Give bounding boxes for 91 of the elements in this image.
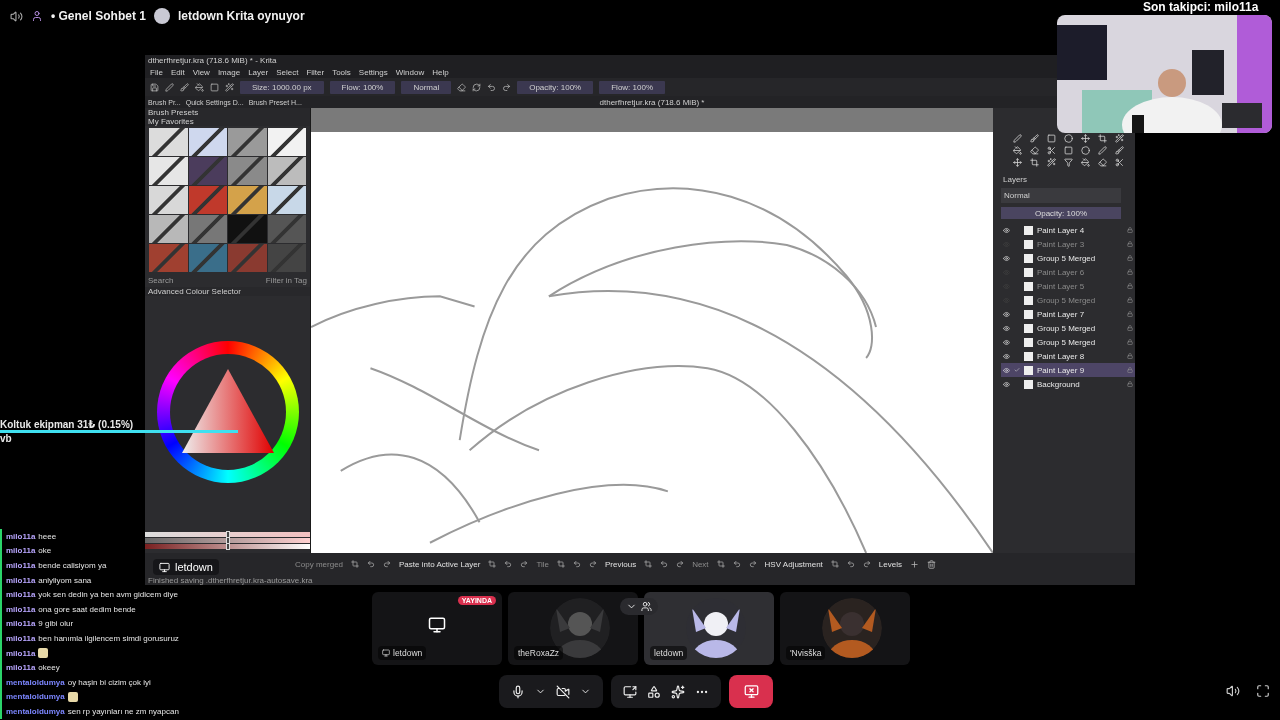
- participant-tile[interactable]: theRoxaZz: [508, 592, 638, 665]
- layer-name: Paint Layer 5: [1037, 281, 1086, 291]
- toolbar-field[interactable]: Flow: 100%: [599, 80, 665, 94]
- chat-message: oke: [38, 546, 52, 556]
- menu-item[interactable]: Filter: [306, 67, 325, 77]
- participant-tile[interactable]: letdown: [644, 592, 774, 665]
- menu-item[interactable]: Layer: [248, 67, 269, 77]
- menu-item[interactable]: Help: [432, 67, 449, 77]
- layer-name: Paint Layer 7: [1037, 309, 1086, 319]
- panel-title: Advanced Colour Selector: [148, 287, 241, 296]
- toolbar-button[interactable]: Paste into Active Layer: [399, 559, 481, 569]
- layer-name: Group 5 Merged: [1037, 337, 1097, 347]
- layer-row[interactable]: Group 5 Merged: [1001, 335, 1135, 349]
- activity-title: letdown Krita oynuyor: [177, 9, 305, 23]
- layer-name: Paint Layer 8: [1037, 351, 1086, 361]
- layer-row[interactable]: Paint Layer 7: [1001, 307, 1135, 321]
- toolbar-field[interactable]: Normal: [401, 80, 452, 94]
- goal-text: Koltuk ekipman 31₺ (0.15%): [0, 419, 135, 430]
- window-title: dtherfhretjur.kra (718.6 MiB) * - Krita: [148, 56, 277, 65]
- layer-row[interactable]: Background: [1001, 377, 1135, 391]
- chat-username: milo11a: [6, 546, 36, 556]
- toolbar-button[interactable]: HSV Adjustment: [764, 559, 823, 569]
- participant-name: letdown: [378, 646, 427, 660]
- layer-row[interactable]: Paint Layer 6: [1001, 265, 1135, 279]
- goal-note: vb: [0, 433, 13, 444]
- participant-name: 'Nvisška: [786, 646, 826, 660]
- toolbar-field[interactable]: Flow: 100%: [329, 80, 396, 94]
- chat-username: milo11a: [6, 561, 36, 570]
- menu-item[interactable]: Settings: [358, 67, 388, 77]
- toolbar-field[interactable]: Size: 1000.00 px: [240, 80, 324, 94]
- menu-item[interactable]: Select: [276, 67, 299, 77]
- opacity-label: Opacity: 100%: [1035, 208, 1087, 218]
- chat-username: mentaloldumya: [6, 706, 65, 716]
- chat-message: ben hanımla ilgilencem simdi gorusuruz: [38, 633, 179, 643]
- chat-username: milo11a: [6, 633, 36, 643]
- menu-item[interactable]: Window: [395, 67, 425, 77]
- chat-message: yok sen dedin ya ben avm gidicem diye: [38, 590, 178, 600]
- panel-title: Brush Presets: [148, 108, 199, 117]
- layer-row[interactable]: Group 5 Merged: [1001, 251, 1135, 265]
- status-text: Finished saving .dtherfhretjur.kra-autosave.kra: [148, 575, 313, 585]
- chat-message: 9 gibi olur: [38, 619, 74, 629]
- layer-row[interactable]: Paint Layer 4: [1001, 223, 1135, 237]
- chat-username: mentaloldumya: [6, 677, 65, 687]
- menu-item[interactable]: Image: [217, 67, 241, 77]
- chat-message: sen rp yayınları ne zm nyapcan: [67, 706, 179, 716]
- participant-name: theRoxaZz: [514, 646, 564, 660]
- layer-name: Paint Layer 4: [1037, 225, 1086, 235]
- layer-name: Group 5 Merged: [1037, 323, 1097, 333]
- menu-item[interactable]: File: [150, 67, 163, 77]
- chat-username: milo11a: [6, 619, 36, 629]
- filter-label: Filter in Tag: [265, 276, 307, 285]
- chat-message: ona gore saat dedim bende: [38, 604, 136, 614]
- chat-username: milo11a: [6, 575, 36, 585]
- menu-item[interactable]: View: [192, 67, 210, 77]
- layer-row[interactable]: Paint Layer 3: [1001, 237, 1135, 251]
- layer-row[interactable]: Group 5 Merged: [1001, 293, 1135, 307]
- layer-name: Paint Layer 6: [1037, 267, 1086, 277]
- channel-name: • Genel Sohbet 1: [51, 9, 146, 23]
- participant-name: letdown: [650, 646, 688, 660]
- chat-message: okeey: [38, 663, 60, 673]
- chat-message: bende calisiyom ya: [38, 561, 107, 570]
- document-tab[interactable]: dtherfhretjur.kra (718.6 MiB) *: [599, 97, 705, 107]
- layer-name: Group 5 Merged: [1037, 295, 1097, 305]
- menu-item[interactable]: Tools: [332, 67, 351, 77]
- blend-mode-select[interactable]: Normal: [1001, 188, 1121, 203]
- opacity-slider[interactable]: Opacity: 100%: [1001, 207, 1121, 219]
- layer-name: Group 5 Merged: [1037, 253, 1097, 263]
- chat-username: milo11a: [6, 648, 36, 658]
- layer-row[interactable]: Group 5 Merged: [1001, 321, 1135, 335]
- layer-row[interactable]: Paint Layer 8: [1001, 349, 1135, 363]
- layer-row[interactable]: Paint Layer 5: [1001, 279, 1135, 293]
- chat-username: milo11a: [6, 531, 36, 541]
- toolbar-button[interactable]: Levels: [878, 559, 902, 569]
- follower-text: Son takipci: milo11a: [1143, 0, 1259, 14]
- chat-message: anlyliyom sana: [38, 575, 92, 585]
- layer-name: Background: [1037, 379, 1081, 389]
- layer-name: Paint Layer 3: [1037, 239, 1086, 249]
- toolbar-field[interactable]: Opacity: 100%: [517, 80, 594, 94]
- search-field[interactable]: Search: [148, 276, 174, 285]
- chat-message: oy haşin bi cizim çok iyi: [67, 677, 151, 687]
- chat-message: heee: [38, 531, 57, 541]
- toolbar-button[interactable]: Previous: [605, 559, 637, 569]
- panel-title: Layers: [1003, 175, 1027, 184]
- chat-username: mentaloldumya: [6, 692, 65, 702]
- chat-username: milo11a: [6, 590, 36, 600]
- layer-name: Paint Layer 9: [1037, 365, 1086, 375]
- participant-tile[interactable]: 'Nvisška: [780, 592, 910, 665]
- menu-item[interactable]: Edit: [170, 67, 185, 77]
- streamer-name: letdown: [175, 561, 213, 573]
- chat-username: milo11a: [6, 663, 36, 673]
- chat-username: milo11a: [6, 604, 36, 614]
